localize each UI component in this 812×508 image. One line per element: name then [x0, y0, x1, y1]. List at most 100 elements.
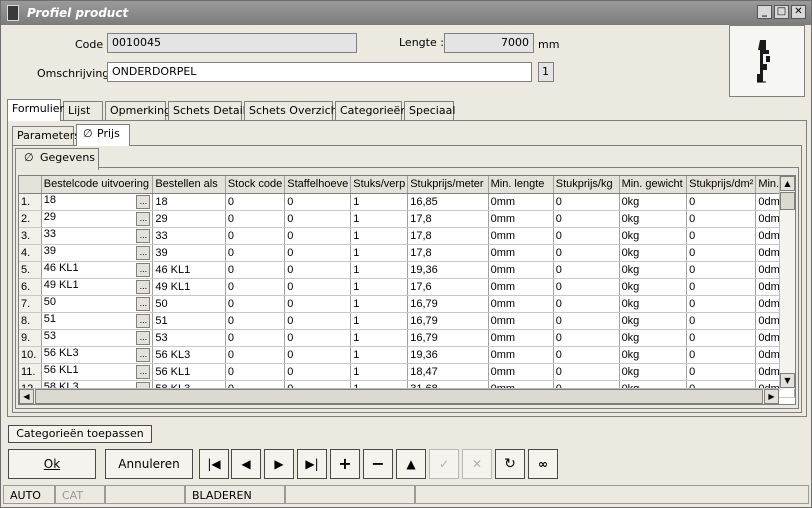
grid-cell[interactable]: 0	[553, 346, 620, 364]
grid-cell[interactable]: 0mm	[488, 261, 554, 279]
column-header[interactable]: Stukprijs/meter	[407, 176, 489, 194]
grid-cell[interactable]: 39	[152, 244, 226, 262]
refresh-icon[interactable]: ↻	[495, 449, 525, 479]
grid-cell[interactable]: 1	[350, 346, 409, 364]
remove-icon[interactable]: −	[363, 449, 393, 479]
grid-cell[interactable]: 0	[225, 227, 286, 245]
grid-cell[interactable]: 33	[152, 227, 226, 245]
grid-cell[interactable]: 1	[350, 363, 409, 381]
grid-cell[interactable]: 0	[686, 346, 757, 364]
omschrijving-field[interactable]: ONDERDORPEL	[107, 62, 532, 82]
grid-cell[interactable]: 0kg	[619, 363, 688, 381]
grid-cell[interactable]: 0	[553, 295, 620, 313]
ellipsis-button[interactable]: ...	[136, 195, 151, 209]
grid-cell[interactable]: ... 56 KL1	[41, 363, 154, 381]
grid-cell[interactable]: 0	[225, 278, 286, 296]
grid-cell[interactable]: 0kg	[619, 312, 688, 330]
table-row[interactable]: 8.... 51 51 0 0 1 16,79 0mm 0 0kg 0 0dm²	[19, 312, 795, 330]
grid-cell[interactable]: 17,8	[407, 244, 489, 262]
tab-prijs[interactable]: ∅ Prijs	[76, 124, 130, 146]
next-record-icon[interactable]: ▶	[264, 449, 294, 479]
grid-cell[interactable]: 0kg	[619, 227, 688, 245]
table-row[interactable]: 1.... 18 18 0 0 1 16,85 0mm 0 0kg 0 0dm²	[19, 193, 795, 211]
grid-cell[interactable]: 1	[350, 193, 409, 211]
scroll-left-icon[interactable]: ◀	[19, 389, 34, 404]
grid-cell[interactable]: 0	[225, 244, 286, 262]
grid-cell[interactable]: 0	[553, 244, 620, 262]
ellipsis-button[interactable]: ...	[136, 246, 151, 260]
grid-cell[interactable]: ... 18	[41, 193, 154, 211]
horizontal-scrollbar[interactable]: ◀ ▶	[19, 388, 779, 404]
price-grid[interactable]: Bestelcode uitvoering Bestellen als Stoc…	[18, 175, 796, 405]
first-record-icon[interactable]: |◀	[199, 449, 229, 479]
table-row[interactable]: 3.... 33 33 0 0 1 17,8 0mm 0 0kg 0 0dm²	[19, 227, 795, 245]
ellipsis-button[interactable]: ...	[136, 314, 151, 328]
grid-cell[interactable]: 51	[152, 312, 226, 330]
tab-opmerking[interactable]: Opmerking	[105, 101, 171, 120]
table-row[interactable]: 6.... 49 KL1 49 KL1 0 0 1 17,6 0mm 0 0kg 0 0dm²	[19, 278, 795, 296]
grid-cell[interactable]: 1	[350, 295, 409, 313]
grid-cell[interactable]: 1	[350, 261, 409, 279]
table-row[interactable]: 9.... 53 53 0 0 1 16,79 0mm 0 0kg 0 0dm²	[19, 329, 795, 347]
grid-cell[interactable]: 1	[350, 278, 409, 296]
grid-cell[interactable]: 0	[686, 312, 757, 330]
scroll-thumb-horizontal[interactable]	[35, 389, 763, 404]
minimize-button[interactable]: _	[757, 5, 772, 19]
grid-cell[interactable]: 0kg	[619, 210, 688, 228]
search-binoculars-icon[interactable]: ∞	[528, 449, 558, 479]
grid-cell[interactable]: 0kg	[619, 261, 688, 279]
grid-cell[interactable]: 0mm	[488, 227, 554, 245]
grid-cell[interactable]: 0mm	[488, 329, 554, 347]
grid-cell[interactable]: ... 29	[41, 210, 154, 228]
tab-schets-detail[interactable]: Schets Detail	[168, 101, 246, 120]
grid-cell[interactable]: ... 56 KL3	[41, 346, 154, 364]
grid-cell[interactable]: 0	[225, 329, 286, 347]
column-header[interactable]: Min. lengte	[488, 176, 554, 194]
categorieen-toepassen-button[interactable]: Categorieën toepassen	[8, 425, 152, 443]
maximize-button[interactable]: □	[774, 5, 789, 19]
vertical-scrollbar[interactable]: ▲ ▼	[779, 176, 795, 389]
grid-cell[interactable]: 0	[284, 363, 352, 381]
ellipsis-button[interactable]: ...	[136, 297, 151, 311]
grid-cell[interactable]: 0	[225, 261, 286, 279]
scroll-down-icon[interactable]: ▼	[780, 373, 795, 388]
last-record-icon[interactable]: ▶|	[297, 449, 327, 479]
grid-cell[interactable]: ... 39	[41, 244, 154, 262]
grid-cell[interactable]: 0mm	[488, 346, 554, 364]
grid-cell[interactable]: 29	[152, 210, 226, 228]
grid-cell[interactable]: 0	[686, 329, 757, 347]
column-header[interactable]: Bestellen als	[152, 176, 226, 194]
scroll-up-icon[interactable]: ▲	[780, 176, 795, 191]
column-header[interactable]: Staffelhoeve	[284, 176, 352, 194]
grid-cell[interactable]: 0mm	[488, 295, 554, 313]
grid-cell[interactable]: 0	[225, 295, 286, 313]
grid-cell[interactable]: 1	[350, 210, 409, 228]
tab-categorieen[interactable]: Categorieën	[335, 101, 407, 120]
grid-cell[interactable]: 17,8	[407, 227, 489, 245]
grid-cell[interactable]: 0	[553, 261, 620, 279]
ellipsis-button[interactable]: ...	[136, 365, 151, 379]
grid-cell[interactable]: 0	[686, 363, 757, 381]
code-field[interactable]: 0010045	[107, 33, 357, 53]
grid-cell[interactable]: 0kg	[619, 278, 688, 296]
grid-cell[interactable]: 46 KL1	[152, 261, 226, 279]
grid-cell[interactable]: 1	[350, 312, 409, 330]
grid-cell[interactable]: 19,36	[407, 346, 489, 364]
grid-cell[interactable]: 0	[284, 244, 352, 262]
table-row[interactable]: 7.... 50 50 0 0 1 16,79 0mm 0 0kg 0 0dm²	[19, 295, 795, 313]
grid-cell[interactable]: 0	[686, 278, 757, 296]
grid-cell[interactable]: 0mm	[488, 193, 554, 211]
ellipsis-button[interactable]: ...	[136, 280, 151, 294]
grid-cell[interactable]: 0	[284, 278, 352, 296]
add-icon[interactable]: +	[330, 449, 360, 479]
grid-cell[interactable]: 0	[225, 193, 286, 211]
grid-cell[interactable]: 17,8	[407, 210, 489, 228]
scroll-right-icon[interactable]: ▶	[764, 389, 779, 404]
grid-cell[interactable]: 0	[553, 329, 620, 347]
grid-cell[interactable]: 0	[553, 210, 620, 228]
grid-cell[interactable]: 0	[686, 261, 757, 279]
grid-cell[interactable]: 56 KL1	[152, 363, 226, 381]
tab-speciaal[interactable]: Speciaal	[404, 101, 455, 120]
grid-cell[interactable]: 0mm	[488, 210, 554, 228]
tab-parameters[interactable]: Parameters	[12, 126, 80, 145]
